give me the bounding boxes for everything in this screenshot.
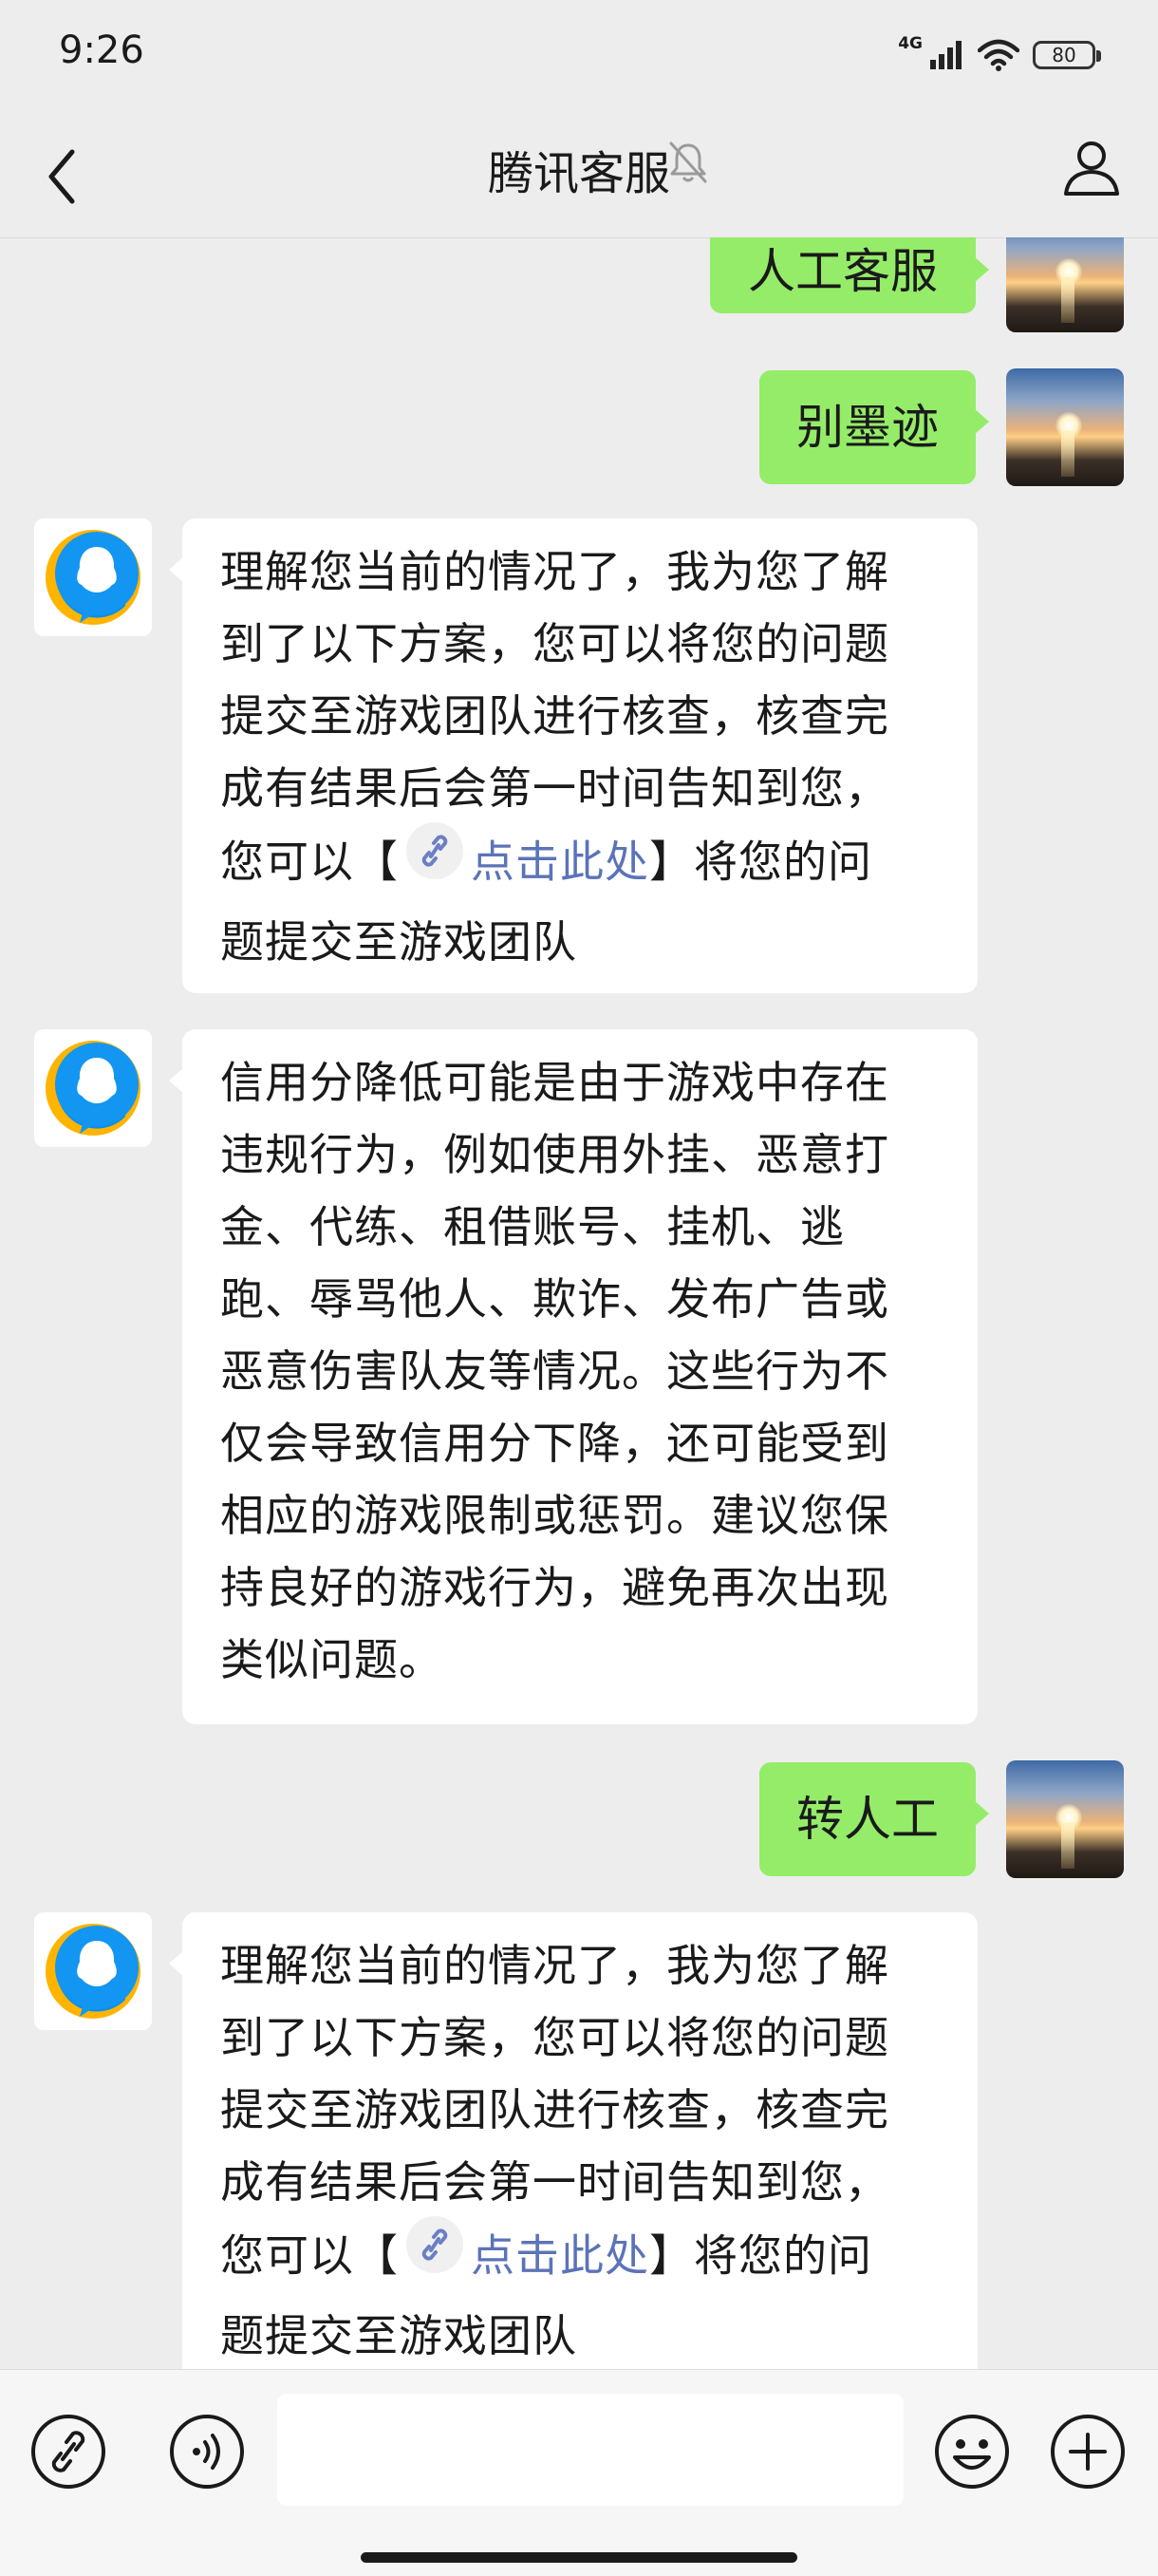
emoji-icon xyxy=(935,2415,1009,2489)
status-time: 9:26 xyxy=(59,28,144,72)
message-text: 转人工 xyxy=(796,1792,939,1847)
bot-bubble[interactable]: 理解您当前的情况了，我为您了解 到了以下方案，您可以将您的问题 提交至游戏团队进… xyxy=(169,518,978,993)
message-line: 成有结果后会第一时间告知到您， xyxy=(220,2156,889,2208)
bot-avatar[interactable] xyxy=(34,518,152,636)
user-avatar[interactable] xyxy=(1006,368,1124,486)
message-line: 恶意伤害队友等情况。这些行为不 xyxy=(220,1345,889,1397)
message-line: 题提交至游戏团队 xyxy=(220,916,577,968)
tencent-service-logo-icon xyxy=(46,1041,140,1136)
emoji-button[interactable] xyxy=(932,2412,1012,2495)
tencent-service-logo-icon xyxy=(46,530,140,625)
message-line: 金、代练、租借账号、挂机、逃 xyxy=(220,1201,845,1252)
message-bot: 理解您当前的情况了，我为您了解 到了以下方案，您可以将您的问题 提交至游戏团队进… xyxy=(0,1912,1158,2369)
user-avatar[interactable] xyxy=(1006,1760,1124,1878)
user-bubble[interactable]: 人工客服 xyxy=(710,237,989,313)
message-bot: 理解您当前的情况了，我为您了解 到了以下方案，您可以将您的问题 提交至游戏团队进… xyxy=(0,518,1158,993)
nav-bar: 腾讯客服 xyxy=(0,114,1158,238)
click-here-link[interactable]: 点击此处 xyxy=(471,2230,649,2282)
message-line: 类似问题。 xyxy=(220,1634,443,1685)
message-line: 成有结果后会第一时间告知到您， xyxy=(220,762,889,814)
signal-icon xyxy=(930,41,962,69)
chat-info-button[interactable] xyxy=(1061,137,1122,201)
wifi-icon xyxy=(978,39,1019,71)
message-text: 别墨迹 xyxy=(796,400,939,455)
message-line: 跑、辱骂他人、欺诈、发布广告或 xyxy=(220,1273,889,1325)
bot-avatar[interactable] xyxy=(34,1029,152,1147)
user-bubble[interactable]: 别墨迹 xyxy=(759,370,989,484)
message-line: 持良好的游戏行为，避免再次出现 xyxy=(220,1562,889,1613)
message-line: 到了以下方案，您可以将您的问题 xyxy=(220,618,889,669)
message-line: 信用分降低可能是由于游戏中存在 xyxy=(220,1057,889,1108)
link-prefix: 您可以【 xyxy=(220,2229,399,2282)
link-icon xyxy=(31,2415,105,2489)
link-icon[interactable] xyxy=(404,2214,465,2296)
message-line: 提交至游戏团队进行核查，核查完 xyxy=(220,2084,889,2135)
plus-icon xyxy=(1051,2415,1125,2489)
network-type: 4G xyxy=(898,34,923,53)
message-bot: 信用分降低可能是由于游戏中存在 违规行为，例如使用外挂、恶意打 金、代练、租借账… xyxy=(0,1029,1158,1724)
battery-level: 80 xyxy=(1052,44,1076,66)
link-suffix: 】将您的问 xyxy=(649,836,872,888)
bot-bubble[interactable]: 理解您当前的情况了，我为您了解 到了以下方案，您可以将您的问题 提交至游戏团队进… xyxy=(169,1912,978,2369)
link-icon[interactable] xyxy=(404,820,465,902)
link-prefix: 您可以【 xyxy=(220,836,399,888)
message-line: 仅会导致信用分下降，还可能受到 xyxy=(220,1418,889,1469)
voice-icon xyxy=(170,2415,244,2489)
mute-bell-icon xyxy=(669,141,707,183)
status-icons: 4G 80 xyxy=(892,34,1101,74)
link-suffix: 】将您的问 xyxy=(649,2229,872,2282)
message-text: 人工客服 xyxy=(748,244,938,299)
message-user: 别墨迹 xyxy=(0,368,1158,486)
user-avatar[interactable] xyxy=(1006,237,1124,332)
message-line: 理解您当前的情况了，我为您了解 xyxy=(220,1940,889,1991)
status-bar: 9:26 4G 80 xyxy=(0,0,1158,114)
message-line: 理解您当前的情况了，我为您了解 xyxy=(220,546,889,597)
chat-title: 腾讯客服 xyxy=(0,141,1158,207)
chat-title-text: 腾讯客服 xyxy=(487,147,670,200)
tencent-service-logo-icon xyxy=(46,1924,140,2019)
message-user: 转人工 xyxy=(0,1760,1158,1878)
bot-avatar[interactable] xyxy=(34,1912,152,2030)
message-input[interactable] xyxy=(277,2394,904,2506)
user-profile-icon xyxy=(1064,141,1119,196)
message-line: 到了以下方案，您可以将您的问题 xyxy=(220,2012,889,2063)
click-here-link[interactable]: 点击此处 xyxy=(471,837,649,888)
chat-messages[interactable]: 人工客服 别墨迹 理解您当前的情况了，我为您了解 到了以下方案，您可以将您的问题… xyxy=(0,237,1158,2369)
link-button[interactable] xyxy=(28,2412,108,2495)
message-line: 违规行为，例如使用外挂、恶意打 xyxy=(220,1129,889,1180)
more-button[interactable] xyxy=(1048,2412,1128,2495)
message-line: 题提交至游戏团队 xyxy=(220,2310,577,2361)
message-line: 提交至游戏团队进行核查，核查完 xyxy=(220,690,889,742)
input-toolbar xyxy=(0,2369,1158,2576)
battery-icon: 80 xyxy=(1033,41,1101,69)
message-line-with-link: 您可以【 点击此处】将您的问 xyxy=(220,2216,940,2300)
user-bubble[interactable]: 转人工 xyxy=(759,1762,989,1876)
voice-button[interactable] xyxy=(167,2412,247,2495)
bot-bubble[interactable]: 信用分降低可能是由于游戏中存在 违规行为，例如使用外挂、恶意打 金、代练、租借账… xyxy=(169,1029,978,1724)
message-line-with-link: 您可以【 点击此处】将您的问 xyxy=(220,822,940,906)
message-line: 相应的游戏限制或惩罚。建议您保 xyxy=(220,1490,889,1541)
home-indicator[interactable] xyxy=(361,2552,797,2563)
message-user: 人工客服 xyxy=(0,237,1158,332)
